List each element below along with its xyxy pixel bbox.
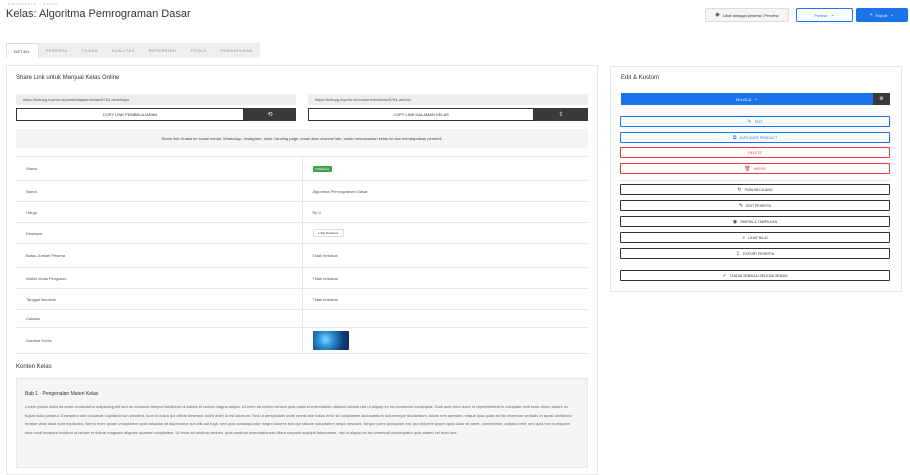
selesai-label: Tanggal Berakhir <box>16 288 303 310</box>
share-title: Share Link untuk Menjual Kelas Online <box>16 75 120 81</box>
status-badge: Published <box>312 166 332 172</box>
copy-link-button-1[interactable]: COPY LINK PEMBELAJARAN <box>16 108 244 121</box>
tandai-selesai-label: TANDAI SEBAGAI SELESAI SEMUA <box>729 273 788 278</box>
catatan-value <box>302 309 588 328</box>
refresh-icon: ↻ <box>737 186 742 193</box>
tab-referensi[interactable]: REFERENSI <box>142 43 183 58</box>
check-icon: ✓ <box>722 272 727 279</box>
edit-card-title: Edit & Kustom <box>621 75 660 81</box>
upload-icon: ⇪ <box>558 112 564 118</box>
export-button-label: Export <box>875 12 888 18</box>
kelola-dropdown[interactable]: KELOLA ⌄ <box>621 93 873 105</box>
simpan-tampilkan-button[interactable]: ◉ SIMPAN & TAMPILKAN <box>620 216 890 227</box>
share-link-field-1[interactable]: https://bdlopg.myedu.id/pembelajaran/kel… <box>16 94 296 105</box>
tab-peserta[interactable]: PESERTA <box>39 43 75 58</box>
preview-button-label: Lihat sebagai peserta / Preview <box>722 12 779 18</box>
lihat-nilai-label: LIHAT NILAI <box>748 235 768 240</box>
tab-tugas[interactable]: TUGAS <box>75 43 105 58</box>
pencil-icon: ✎ <box>747 118 752 125</box>
page-title: Kelas: Algoritma Pemrograman Dasar <box>6 8 191 20</box>
copy-link-button-2[interactable]: COPY LINK HALAMAN KELAS <box>308 108 534 121</box>
edit-peserta-button[interactable]: ✎ EDIT PESERTA <box>620 200 890 211</box>
chevron-down-icon: ⌄ <box>754 96 759 102</box>
duplicate-button-label: DUPLICATE PRODUCT <box>739 135 778 140</box>
nama-label: Nama <box>16 180 303 202</box>
link-icon: ⟲ <box>267 112 273 118</box>
batas-label: Batas Jumlah Peserta <box>16 243 303 268</box>
publish-ulang-button[interactable]: ↻ PUBLISH ULANG <box>620 184 890 195</box>
delete-button-label: DELETE <box>748 150 762 155</box>
share-notice: Share link di atas ke sosial media, What… <box>16 129 588 148</box>
share-icon-button-2[interactable]: ⇪ <box>534 108 588 121</box>
batas-value: Tidak terbatas <box>302 243 588 268</box>
trash-icon: 🗑 <box>744 165 751 172</box>
share-link-field-2[interactable]: https://bdlopg.myedu.id/course/info/kela… <box>308 94 588 105</box>
harga-label: Harga <box>16 201 303 223</box>
gambar-label: Gambar Kelas <box>16 327 303 354</box>
simpan-tampilkan-label: SIMPAN & TAMPILKAN <box>740 219 778 224</box>
export-peserta-label: EXPORT PESERTA <box>742 251 775 256</box>
mulai-label: Waktu Mulai Pengisian <box>16 267 303 289</box>
view-description-button[interactable]: Lihat Deskripsi <box>312 229 345 237</box>
tab-pengaturan[interactable]: PENGATURAN <box>213 43 259 58</box>
info-table: Status Published Nama Algoritma Pemrogra… <box>16 156 588 354</box>
class-thumbnail-image <box>312 331 349 350</box>
export-button[interactable]: + Export ⌄ <box>856 8 908 22</box>
duplicate-button[interactable]: ⧉ DUPLICATE PRODUCT <box>620 132 890 143</box>
export-peserta-button[interactable]: ⇩ EXPORT PESERTA <box>620 248 890 259</box>
settings-button[interactable]: ⚙ <box>873 93 890 105</box>
selesai-value: Tidak terbatas <box>302 288 588 310</box>
catatan-label: Catatan <box>16 309 303 328</box>
konten-title: Konten Kelas <box>16 364 52 370</box>
nama-value: Algoritma Pemrograman Dasar <box>302 180 588 202</box>
status-label: Status <box>16 156 303 181</box>
harga-value: Rp 0 <box>302 201 588 223</box>
tab-tools[interactable]: TOOLS <box>183 43 213 58</box>
deskripsi-label: Deskripsi <box>16 222 303 244</box>
publish-button[interactable]: Publish ⌄ <box>796 8 853 22</box>
chevron-down-icon: ⌄ <box>830 12 835 18</box>
publish-button-label: Publish <box>814 12 828 18</box>
bab-title: Bab 1 · Pengenalan Materi Kelas <box>25 391 99 397</box>
kelola-dropdown-label: KELOLA <box>735 96 752 102</box>
download-icon: ⇩ <box>735 250 740 257</box>
mulai-value: Tidak terbatas <box>302 267 588 289</box>
tandai-selesai-button[interactable]: ✓ TANDAI SEBAGAI SELESAI SEMUA <box>620 270 890 281</box>
divider <box>620 180 890 181</box>
preview-button[interactable]: ◉ Lihat sebagai peserta / Preview <box>705 8 789 22</box>
edit-peserta-label: EDIT PESERTA <box>746 203 772 208</box>
publish-ulang-label: PUBLISH ULANG <box>744 187 773 192</box>
eye-icon: ◉ <box>715 12 720 18</box>
chevron-down-icon: ⌄ <box>890 12 895 18</box>
hapus-button-label: HAPUS <box>753 166 766 171</box>
bab-body: Lorem ipsum dolor sit amet consectetur a… <box>25 404 572 435</box>
gear-icon: ⚙ <box>879 96 884 102</box>
tab-kualitas[interactable]: KUALITAS <box>105 43 142 58</box>
eye-icon: ◉ <box>732 218 738 225</box>
edit-button-label: EDIT <box>754 119 763 124</box>
lihat-nilai-button[interactable]: ⌕ LIHAT NILAI <box>620 232 890 243</box>
pencil-icon: ✎ <box>738 202 744 209</box>
hapus-button[interactable]: 🗑 HAPUS <box>620 163 890 174</box>
plus-icon: + <box>869 12 873 18</box>
breadcrumb: Dashboard · Kelas <box>8 1 59 6</box>
content-section: Bab 1 · Pengenalan Materi Kelas Lorem ip… <box>16 378 588 468</box>
copy-icon: ⧉ <box>732 134 737 141</box>
tab-bar: DETAIL PESERTA TUGAS KUALITAS REFERENSI … <box>6 43 260 58</box>
edit-button[interactable]: ✎ EDIT <box>620 116 890 127</box>
tab-detail[interactable]: DETAIL <box>6 43 39 58</box>
search-icon: ⌕ <box>742 234 746 241</box>
delete-button[interactable]: DELETE <box>620 147 890 158</box>
share-icon-button-1[interactable]: ⟲ <box>244 108 296 121</box>
